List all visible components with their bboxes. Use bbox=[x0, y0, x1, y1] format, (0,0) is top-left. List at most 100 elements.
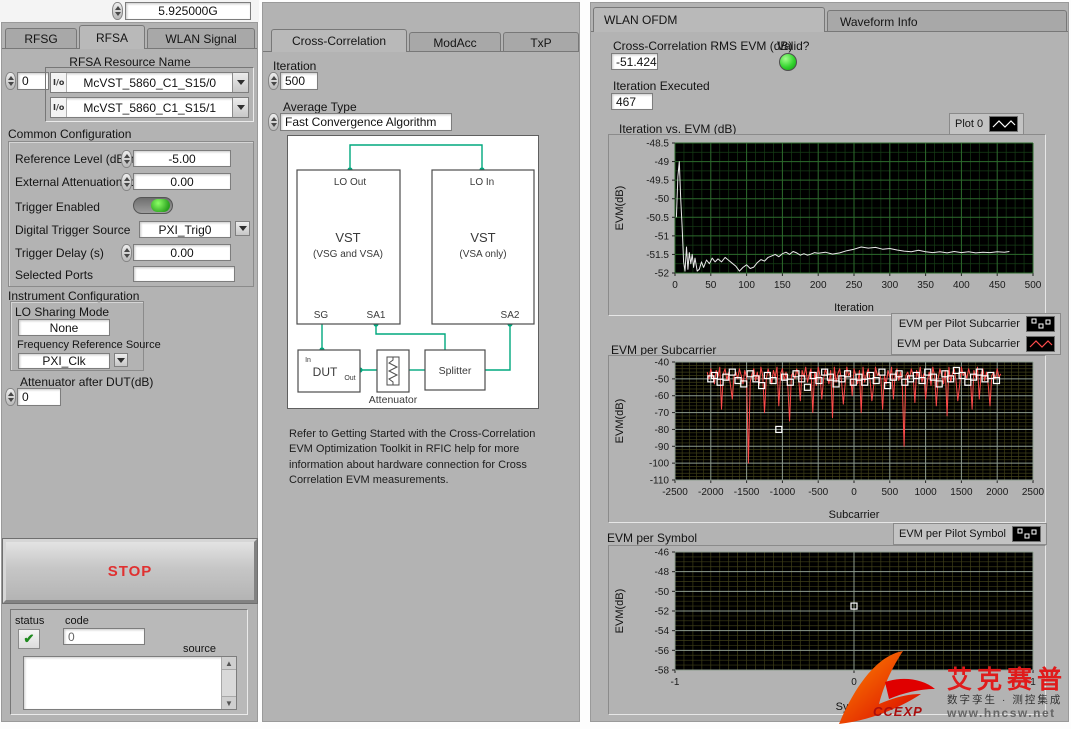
svg-text:-49.5: -49.5 bbox=[646, 176, 669, 187]
common-config-title: Common Configuration bbox=[8, 127, 131, 141]
svg-text:350: 350 bbox=[917, 280, 934, 291]
svg-text:-52: -52 bbox=[655, 607, 670, 618]
svg-text:1000: 1000 bbox=[914, 487, 937, 498]
valid-label: Valid? bbox=[777, 39, 809, 53]
external-attenuation-stepper[interactable] bbox=[121, 173, 132, 191]
watermark-tagline: 数字孪生 · 测控集成 bbox=[947, 692, 1062, 707]
svg-text:(VSG and VSA): (VSG and VSA) bbox=[313, 249, 383, 260]
reference-level-label: Reference Level (dBm) bbox=[15, 152, 138, 166]
svg-text:-58: -58 bbox=[655, 666, 670, 677]
watermark-brand: 艾克赛普 bbox=[947, 660, 1067, 696]
scroll-down-icon[interactable]: ▼ bbox=[222, 696, 236, 709]
svg-text:450: 450 bbox=[989, 280, 1006, 291]
status-label: status bbox=[15, 615, 44, 627]
svg-text:LO In: LO In bbox=[470, 177, 494, 188]
svg-text:250: 250 bbox=[846, 280, 863, 291]
iteration-label: Iteration bbox=[273, 59, 316, 73]
svg-text:150: 150 bbox=[774, 280, 791, 291]
scatter-plot-icon bbox=[1026, 316, 1055, 332]
external-attenuation-input[interactable]: 0.00 bbox=[133, 173, 231, 190]
svg-text:0: 0 bbox=[851, 487, 857, 498]
graph2-legend[interactable]: EVM per Pilot Subcarrier EVM per Data Su… bbox=[891, 313, 1061, 355]
chevron-down-icon[interactable] bbox=[232, 98, 248, 117]
selected-ports-input[interactable] bbox=[133, 266, 235, 282]
frequency-reference-source-dropdown[interactable] bbox=[114, 353, 128, 367]
tab-wlan-ofdm[interactable]: WLAN OFDM bbox=[593, 7, 825, 32]
attenuator-after-dut-input[interactable]: 0 bbox=[17, 388, 61, 406]
tab-rfsg[interactable]: RFSG bbox=[5, 28, 77, 48]
resource-combo-1[interactable]: I/o McVST_5860_C1_S15/1 bbox=[50, 97, 249, 118]
attenuator-after-dut-stepper[interactable] bbox=[5, 388, 16, 406]
reference-level-input[interactable]: -5.00 bbox=[133, 150, 231, 167]
average-type-input[interactable]: Fast Convergence Algorithm bbox=[280, 113, 452, 131]
tab-modacc[interactable]: ModAcc bbox=[409, 32, 501, 52]
svg-text:-48.5: -48.5 bbox=[646, 139, 669, 150]
lo-sharing-mode-value[interactable]: None bbox=[18, 319, 110, 336]
iteration-executed-label: Iteration Executed bbox=[613, 79, 710, 93]
svg-text:-51: -51 bbox=[655, 231, 670, 242]
svg-text:500: 500 bbox=[1025, 280, 1042, 291]
left-panel: RFSG RFSA WLAN Signal RFSA Resource Name… bbox=[1, 22, 258, 722]
frequency-reference-source-value[interactable]: PXI_Clk bbox=[18, 353, 110, 369]
evm-subcarrier-chart[interactable]: -2500-2000-1500-1000-5000500100015002000… bbox=[609, 356, 1045, 522]
svg-text:-49: -49 bbox=[655, 157, 670, 168]
graph1-legend[interactable]: Plot 0 bbox=[949, 113, 1024, 135]
stop-button[interactable]: STOP bbox=[3, 539, 257, 603]
tab-cross-correlation[interactable]: Cross-Correlation bbox=[271, 29, 407, 52]
frequency-input[interactable]: 5.925000G bbox=[125, 2, 251, 20]
svg-text:DUT: DUT bbox=[313, 365, 338, 379]
iteration-input[interactable]: 500 bbox=[280, 72, 318, 90]
reference-level-stepper[interactable] bbox=[121, 150, 132, 168]
svg-text:-51.5: -51.5 bbox=[646, 250, 669, 261]
iteration-evm-chart[interactable]: 050100150200250300350400450500-52-51.5-5… bbox=[609, 135, 1045, 315]
svg-text:SA2: SA2 bbox=[501, 310, 520, 321]
frequency-reference-source-label: Frequency Reference Source bbox=[17, 339, 161, 351]
resource-list-box: I/o McVST_5860_C1_S15/0 I/o McVST_5860_C… bbox=[45, 67, 254, 122]
lo-sharing-mode-label: LO Sharing Mode bbox=[15, 305, 109, 319]
trigger-delay-input[interactable]: 0.00 bbox=[133, 244, 231, 261]
trigger-enabled-toggle[interactable] bbox=[133, 197, 173, 214]
svg-text:-50: -50 bbox=[655, 587, 670, 598]
scrollbar[interactable]: ▲ ▼ bbox=[221, 657, 236, 709]
tab-txp[interactable]: TxP bbox=[503, 32, 579, 52]
svg-text:-110: -110 bbox=[650, 476, 670, 487]
average-type-stepper[interactable] bbox=[268, 113, 279, 131]
error-cluster: status ✔ code 0 source ▲ ▼ bbox=[10, 609, 248, 715]
line-plot-icon bbox=[1026, 336, 1055, 352]
common-config-group: Reference Level (dBm) -5.00 External Att… bbox=[8, 141, 254, 287]
svg-text:-80: -80 bbox=[655, 425, 670, 436]
svg-text:Subcarrier: Subcarrier bbox=[829, 509, 880, 521]
digital-trigger-source-label: Digital Trigger Source bbox=[15, 223, 130, 237]
graph3-legend[interactable]: EVM per Pilot Symbol bbox=[893, 523, 1047, 545]
graph3-title: EVM per Symbol bbox=[607, 531, 697, 545]
trigger-delay-stepper[interactable] bbox=[121, 244, 132, 262]
svg-text:SG: SG bbox=[314, 310, 329, 321]
tab-waveform-info[interactable]: Waveform Info bbox=[827, 10, 1067, 32]
vst1-box bbox=[297, 170, 400, 324]
digital-trigger-source-value[interactable]: PXI_Trig0 bbox=[139, 221, 231, 238]
watermark: CCEXP 艾克赛普 数字孪生 · 测控集成 www.hncsw.net bbox=[835, 648, 1071, 729]
svg-text:-50: -50 bbox=[655, 194, 670, 205]
frequency-stepper[interactable] bbox=[112, 2, 123, 20]
hardware-connection-diagram: LO Out LO In VST (VSG and VSA) VST (VSA … bbox=[287, 135, 539, 409]
app-window: 5.925000G RFSG RFSA WLAN Signal RFSA Res… bbox=[0, 0, 1071, 729]
svg-text:-50.5: -50.5 bbox=[646, 213, 669, 224]
code-value[interactable]: 0 bbox=[63, 628, 145, 645]
resource-combo-0[interactable]: I/o McVST_5860_C1_S15/0 bbox=[50, 72, 249, 93]
tab-wlan-signal[interactable]: WLAN Signal bbox=[147, 28, 255, 48]
svg-text:-60: -60 bbox=[655, 391, 670, 402]
iteration-stepper[interactable] bbox=[268, 72, 279, 90]
svg-text:VST: VST bbox=[335, 230, 360, 245]
chevron-down-icon[interactable] bbox=[232, 73, 248, 92]
scroll-up-icon[interactable]: ▲ bbox=[222, 657, 236, 670]
scatter-plot-icon bbox=[1012, 526, 1041, 542]
svg-text:-70: -70 bbox=[655, 408, 670, 419]
watermark-url: www.hncsw.net bbox=[947, 706, 1056, 720]
tab-rfsa[interactable]: RFSA bbox=[79, 25, 145, 49]
svg-text:-52: -52 bbox=[655, 269, 670, 280]
source-textarea[interactable]: ▲ ▼ bbox=[23, 656, 237, 710]
rms-evm-value: -51.4246 bbox=[611, 53, 658, 70]
svg-text:100: 100 bbox=[738, 280, 755, 291]
resource-index-stepper[interactable] bbox=[5, 72, 16, 90]
digital-trigger-source-dropdown[interactable] bbox=[235, 221, 250, 236]
